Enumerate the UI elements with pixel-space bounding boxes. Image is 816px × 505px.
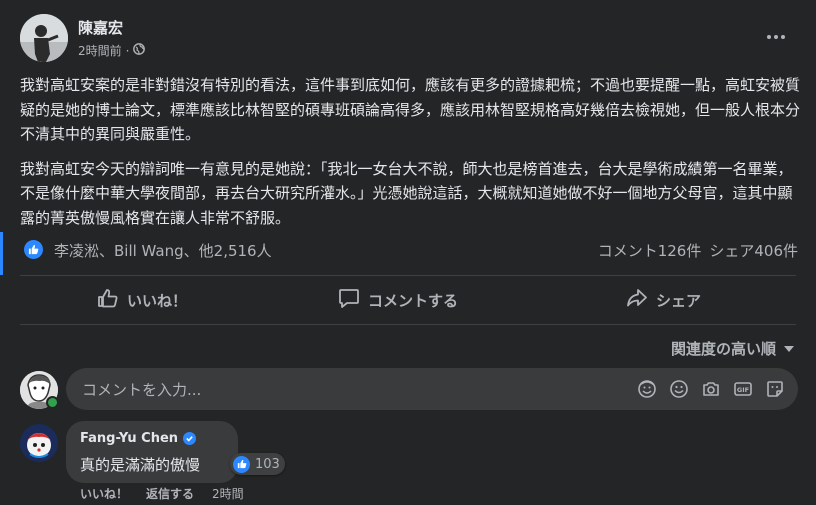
gif-icon[interactable]: GIF xyxy=(732,378,754,400)
sticker-icon[interactable] xyxy=(764,378,786,400)
comment-time[interactable]: 2時間 xyxy=(212,485,244,502)
comment-input[interactable] xyxy=(80,368,524,412)
like-reaction-icon[interactable] xyxy=(24,240,43,259)
reactors-summary[interactable]: 李凌淞、Bill Wang、他2,516人 xyxy=(54,240,272,261)
composer-tools: GIF xyxy=(636,378,786,400)
divider-bottom xyxy=(20,324,796,325)
comment-label: コメントする xyxy=(368,291,459,310)
comment-button[interactable]: コメントする xyxy=(338,284,458,316)
more-options-button[interactable] xyxy=(760,26,792,48)
svg-text:GIF: GIF xyxy=(737,386,749,394)
commenter-avatar[interactable] xyxy=(20,424,58,462)
share-label: シェア xyxy=(656,291,702,310)
sort-label: 関連度の高い順 xyxy=(670,340,776,358)
avatar-sticker-button[interactable] xyxy=(636,378,658,400)
divider-top xyxy=(20,275,796,276)
verified-icon xyxy=(183,432,197,445)
avatar-photo xyxy=(20,14,68,62)
comment-sort-dropdown[interactable]: 関連度の高い順 xyxy=(671,338,794,359)
emoji-icon[interactable] xyxy=(668,378,690,400)
like-button[interactable]: いいね！ xyxy=(97,284,187,316)
public-globe-icon xyxy=(133,43,146,58)
camera-icon[interactable] xyxy=(700,378,722,400)
focus-indicator xyxy=(0,232,3,275)
comment-actions: いいね！ 返信する 2時間 xyxy=(80,485,244,502)
commenter-photo xyxy=(20,424,58,462)
comment-icon xyxy=(338,288,360,312)
author-avatar[interactable] xyxy=(20,14,68,62)
share-button[interactable]: シェア xyxy=(626,284,701,316)
more-icon xyxy=(767,35,771,39)
comment-reaction-summary[interactable]: 103 xyxy=(230,453,285,475)
shares-count[interactable]: シェア406件 xyxy=(709,240,798,261)
comment-text: 真的是滿滿的傲慢 xyxy=(80,456,201,474)
comment-like-link[interactable]: いいね！ xyxy=(80,485,128,502)
comments-count[interactable]: コメント126件 xyxy=(598,240,702,261)
engagement-counts: コメント126件 シェア406件 xyxy=(598,240,798,261)
comment-reaction-count: 103 xyxy=(255,456,280,472)
post-time[interactable]: 2時間前 xyxy=(78,42,122,59)
comment-author[interactable]: Fang-Yu Chen xyxy=(80,431,178,446)
post-meta: 2時間前 · xyxy=(78,42,146,59)
online-status-dot xyxy=(46,396,59,409)
meta-separator: · xyxy=(125,43,130,58)
comment-composer[interactable]: GIF xyxy=(66,368,798,412)
comment-author-row: Fang-Yu Chen xyxy=(80,431,197,446)
comment-reply-link[interactable]: 返信する xyxy=(146,485,194,502)
post-body: 我對高虹安案的是非對錯沒有特別的看法，這件事到底如何，應該有更多的證據耙梳；不過… xyxy=(20,73,800,240)
post-paragraph-2: 我對高虹安今天的辯詞唯一有意見的是她說：「我北一女台大不說，師大也是榜首進去，台… xyxy=(20,159,793,227)
author-name[interactable]: 陳嘉宏 xyxy=(78,17,123,38)
post-paragraph-1: 我對高虹安案的是非對錯沒有特別的看法，這件事到底如何，應該有更多的證據耙梳；不過… xyxy=(20,76,801,143)
like-icon xyxy=(97,288,119,312)
share-icon xyxy=(626,288,648,312)
like-label: いいね！ xyxy=(127,291,188,310)
like-reaction-icon xyxy=(233,455,250,473)
caret-down-icon xyxy=(784,345,794,352)
comment-bubble: Fang-Yu Chen 真的是滿滿的傲慢 xyxy=(66,421,238,483)
